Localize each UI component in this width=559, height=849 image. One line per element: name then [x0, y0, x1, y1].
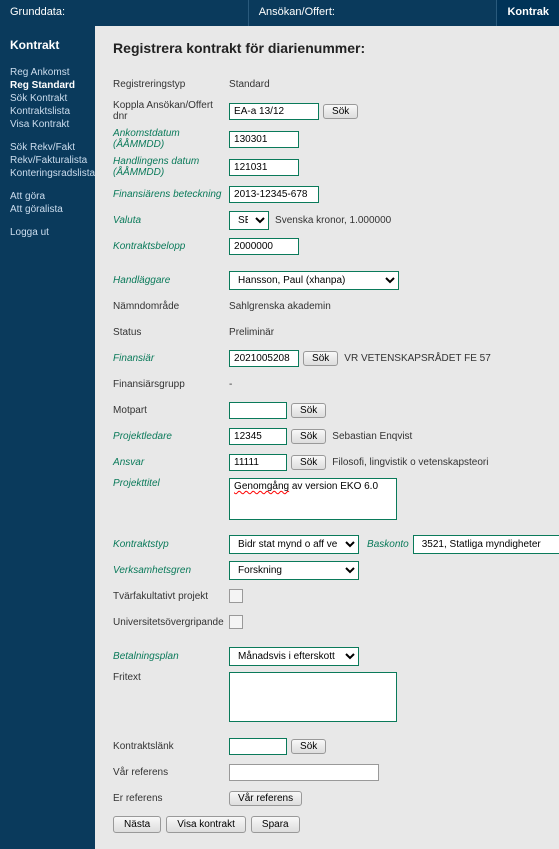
- input-finansiar[interactable]: [229, 350, 299, 367]
- select-valuta[interactable]: SEK: [229, 211, 269, 230]
- input-varref[interactable]: [229, 764, 379, 781]
- input-ansvar[interactable]: [229, 454, 287, 471]
- page-title: Registrera kontrakt för diarienummer:: [113, 40, 559, 56]
- label-koppla: Koppla Ansökan/Offert dnr: [113, 100, 229, 122]
- label-fingrupp: Finansiärsgrupp: [113, 379, 229, 390]
- top-tab-bar: Grunddata: Ansökan/Offert: Kontrak: [0, 0, 559, 26]
- label-namnd: Nämndområde: [113, 301, 229, 312]
- sidebar-att-goralista[interactable]: Att göralista: [10, 203, 95, 216]
- label-erref: Er referens: [113, 793, 229, 804]
- sidebar-sok-kontrakt[interactable]: Sök Kontrakt: [10, 92, 95, 105]
- label-motpart: Motpart: [113, 405, 229, 416]
- sidebar-reg-ankomst[interactable]: Reg Ankomst: [10, 66, 95, 79]
- label-belopp: Kontraktsbelopp: [113, 241, 229, 252]
- label-handlaggare: Handläggare: [113, 275, 229, 286]
- input-handling[interactable]: [229, 159, 299, 176]
- label-betplan: Betalningsplan: [113, 651, 229, 662]
- label-fritext: Fritext: [113, 672, 229, 683]
- select-kontraktstyp[interactable]: Bidr stat mynd o aff verk: [229, 535, 359, 554]
- label-ansvar: Ansvar: [113, 457, 229, 468]
- sok-motpart-button[interactable]: Sök: [291, 403, 326, 418]
- sidebar-logga-ut[interactable]: Logga ut: [10, 226, 95, 239]
- sok-ansvar-button[interactable]: Sök: [291, 455, 326, 470]
- select-betplan[interactable]: Månadsvis i efterskott: [229, 647, 359, 666]
- select-baskonto[interactable]: 3521, Statliga myndigheter: [413, 535, 559, 554]
- spara-button[interactable]: Spara: [251, 816, 300, 833]
- varref-button[interactable]: Vår referens: [229, 791, 302, 806]
- sidebar-rekv-fakturalista[interactable]: Rekv/Fakturalista: [10, 154, 95, 167]
- label-tvar: Tvärfakultativt projekt: [113, 591, 229, 602]
- label-baskonto: Baskonto: [367, 539, 409, 550]
- input-klank[interactable]: [229, 738, 287, 755]
- label-kontraktstyp: Kontraktstyp: [113, 539, 229, 550]
- sok-finansiar-button[interactable]: Sök: [303, 351, 338, 366]
- sidebar: Kontrakt Reg Ankomst Reg Standard Sök Ko…: [0, 26, 95, 849]
- sidebar-visa-kontrakt[interactable]: Visa Kontrakt: [10, 118, 95, 131]
- label-verksamhet: Verksamhetsgren: [113, 565, 229, 576]
- action-buttons: Nästa Visa kontrakt Spara: [113, 816, 559, 833]
- input-finbet[interactable]: [229, 186, 319, 203]
- value-status: Preliminär: [229, 327, 274, 338]
- select-verksamhet[interactable]: Forskning: [229, 561, 359, 580]
- label-varref: Vår referens: [113, 767, 229, 778]
- label-valuta: Valuta: [113, 215, 229, 226]
- sidebar-konteringsradslista[interactable]: Konteringsradslista: [10, 167, 95, 180]
- input-projledare[interactable]: [229, 428, 287, 445]
- ansvar-after: Filosofi, lingvistik o vetenskapsteori: [332, 457, 488, 468]
- label-klank: Kontraktslänk: [113, 741, 229, 752]
- sidebar-sok-rekv[interactable]: Sök Rekv/Fakt: [10, 141, 95, 154]
- main-content: Registrera kontrakt för diarienummer: Re…: [95, 26, 559, 849]
- input-motpart[interactable]: [229, 402, 287, 419]
- label-projledare: Projektledare: [113, 431, 229, 442]
- sok-klank-button[interactable]: Sök: [291, 739, 326, 754]
- tab-kontrakt[interactable]: Kontrak: [497, 0, 559, 26]
- sidebar-att-gora[interactable]: Att göra: [10, 190, 95, 203]
- nasta-button[interactable]: Nästa: [113, 816, 161, 833]
- label-finansiar: Finansiär: [113, 353, 229, 364]
- valuta-after: Svenska kronor, 1.000000: [275, 215, 391, 226]
- projledare-after: Sebastian Enqvist: [332, 431, 412, 442]
- textarea-projtitel[interactable]: Genomgång av version EKO 6.0: [229, 478, 397, 520]
- value-namnd: Sahlgrenska akademin: [229, 301, 331, 312]
- value-regtyp: Standard: [229, 79, 270, 90]
- label-projtitel: Projekttitel: [113, 478, 229, 489]
- label-finbet: Finansiärens beteckning: [113, 189, 229, 200]
- input-belopp[interactable]: [229, 238, 299, 255]
- tab-grunddata[interactable]: Grunddata:: [0, 0, 249, 26]
- label-handling: Handlingens datum (ÅÅMMDD): [113, 156, 229, 178]
- tab-ansokan[interactable]: Ansökan/Offert:: [249, 0, 498, 26]
- label-regtyp: Registreringstyp: [113, 79, 229, 90]
- checkbox-univ[interactable]: [229, 615, 243, 629]
- label-univ: Universitetsövergripande: [113, 617, 229, 628]
- sidebar-kontraktslista[interactable]: Kontraktslista: [10, 105, 95, 118]
- value-fingrupp: -: [229, 379, 232, 390]
- finansiar-after: VR VETENSKAPSRÅDET FE 57: [344, 353, 491, 364]
- sidebar-title: Kontrakt: [10, 34, 95, 56]
- visa-kontrakt-button[interactable]: Visa kontrakt: [166, 816, 246, 833]
- checkbox-tvar[interactable]: [229, 589, 243, 603]
- textarea-fritext[interactable]: [229, 672, 397, 722]
- sok-projledare-button[interactable]: Sök: [291, 429, 326, 444]
- label-status: Status: [113, 327, 229, 338]
- sok-koppla-button[interactable]: Sök: [323, 104, 358, 119]
- input-ankomst[interactable]: [229, 131, 299, 148]
- select-handlaggare[interactable]: Hansson, Paul (xhanpa): [229, 271, 399, 290]
- label-ankomst: Ankomstdatum (ÅÅMMDD): [113, 128, 229, 150]
- input-koppla[interactable]: [229, 103, 319, 120]
- sidebar-reg-standard[interactable]: Reg Standard: [10, 79, 95, 92]
